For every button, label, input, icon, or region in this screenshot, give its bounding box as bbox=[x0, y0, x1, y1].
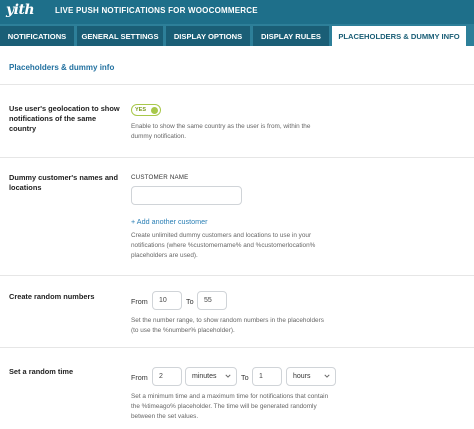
geolocation-toggle[interactable]: YES bbox=[131, 104, 161, 116]
random-numbers-description: Set the number range, to show random num… bbox=[131, 317, 324, 334]
row-divider bbox=[0, 347, 474, 348]
plugin-header: yith LIVE PUSH NOTIFICATIONS FOR WOOCOMM… bbox=[0, 0, 474, 24]
add-customer-link[interactable]: + Add another customer bbox=[131, 217, 208, 226]
row-divider bbox=[0, 157, 474, 158]
to-label: To bbox=[241, 373, 249, 382]
random-numbers-label: Create random numbers bbox=[9, 292, 95, 301]
time-from-unit-select[interactable]: minutes bbox=[185, 367, 237, 386]
section-divider bbox=[0, 84, 474, 85]
tab-notifications[interactable]: NOTIFICATIONS bbox=[0, 26, 74, 46]
yith-logo: yith bbox=[6, 2, 35, 18]
from-label: From bbox=[131, 373, 148, 382]
tab-placeholders-dummy-info[interactable]: PLACEHOLDERS & DUMMY INFO bbox=[332, 26, 466, 46]
geolocation-description: Enable to show the same country as the u… bbox=[131, 123, 311, 140]
time-to-unit-select[interactable]: hours bbox=[286, 367, 336, 386]
toggle-state-label: YES bbox=[135, 107, 147, 113]
time-from-input[interactable]: 2 bbox=[152, 367, 182, 386]
chevron-down-icon bbox=[225, 374, 231, 378]
select-value: minutes bbox=[192, 373, 217, 380]
toggle-knob bbox=[151, 107, 158, 114]
tab-display-options[interactable]: DISPLAY OPTIONS bbox=[166, 26, 250, 46]
geolocation-label: Use user's geolocation to show notificat… bbox=[9, 104, 120, 133]
dummy-customers-description: Create unlimited dummy customers and loc… bbox=[131, 232, 316, 259]
chevron-down-icon bbox=[324, 374, 330, 378]
to-label: To bbox=[186, 297, 194, 306]
random-time-description: Set a minimum time and a maximum time fo… bbox=[131, 393, 329, 420]
from-label: From bbox=[131, 297, 148, 306]
plugin-title: LIVE PUSH NOTIFICATIONS FOR WOOCOMMERCE bbox=[55, 6, 258, 15]
row-divider bbox=[0, 275, 474, 276]
dummy-customers-label: Dummy customer's names and locations bbox=[9, 173, 118, 192]
random-time-label: Set a random time bbox=[9, 367, 74, 376]
number-from-input[interactable]: 10 bbox=[152, 291, 182, 310]
customer-name-input[interactable] bbox=[131, 186, 242, 205]
select-value: hours bbox=[293, 373, 311, 380]
number-to-input[interactable]: 55 bbox=[197, 291, 227, 310]
time-to-input[interactable]: 1 bbox=[252, 367, 282, 386]
tab-bar: NOTIFICATIONS GENERAL SETTINGS DISPLAY O… bbox=[0, 24, 474, 46]
tab-display-rules[interactable]: DISPLAY RULES bbox=[253, 26, 329, 46]
tab-general-settings[interactable]: GENERAL SETTINGS bbox=[77, 26, 163, 46]
section-title: Placeholders & dummy info bbox=[9, 63, 115, 72]
customer-name-header: CUSTOMER NAME bbox=[131, 174, 189, 181]
